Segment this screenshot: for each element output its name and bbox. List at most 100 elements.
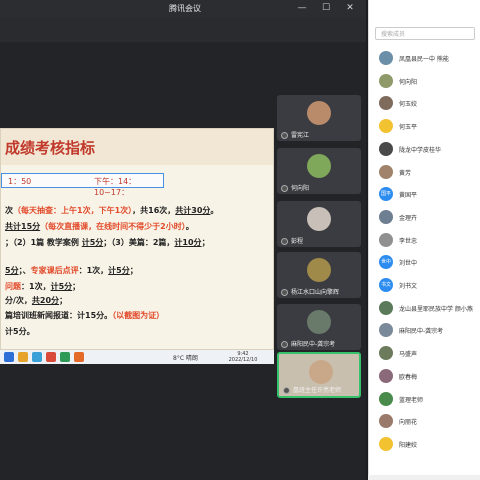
participant-video [307, 101, 331, 125]
participant-row[interactable]: 龙山县里耶民族中学 颜小燕 [369, 298, 480, 320]
avatar [379, 346, 393, 361]
participant-name: 阳建姣 [399, 441, 418, 449]
video-tile-name: 杨江水口山向擎辉 [291, 289, 340, 296]
slide-line: 共计15分（每次直播课，在线时间不得少于2小时）。 [5, 221, 194, 232]
participant-row[interactable]: 麻阳民中-龚宗考 [369, 320, 480, 342]
mic-icon [283, 387, 290, 394]
mic-icon [281, 185, 288, 192]
video-tile[interactable]: 杨江水口山向擎辉 [277, 252, 361, 298]
avatar [379, 73, 393, 88]
maximize-icon[interactable]: ☐ [318, 1, 334, 15]
slide-text-segment: （每天抽查：上午1次，下午1次） [13, 206, 133, 215]
avatar [379, 368, 393, 383]
avatar [379, 96, 393, 111]
participants-panel: 搜索成员 凤凰县民一中 熊能 何向阳何玉姣何玉平陇龙中学皮桂华黄芳 国平 黄国平金理卉… [368, 0, 480, 480]
browser-icon [32, 352, 42, 362]
participant-row[interactable]: 何玉平 [369, 116, 480, 138]
mic-icon [281, 289, 288, 296]
participant-row[interactable]: 向丽花 [369, 411, 480, 433]
participant-name: 龙山县里耶民族中学 颜小燕 [399, 305, 473, 313]
slide-line: 5分；、专家课后点评：1次，计5分； [5, 265, 138, 276]
participant-name: 李世忠 [399, 237, 418, 245]
participant-name: 欧春梅 [399, 373, 418, 381]
slide-time-left: 1：50 [8, 177, 32, 186]
participant-row[interactable]: 书文 刘书文 [369, 275, 480, 297]
weather-text: 8°C 晴朗 [173, 355, 198, 362]
video-tile-name: 何向阳 [291, 185, 310, 192]
participant-name: 何玉平 [399, 124, 418, 132]
slide-text-segment: （以截图为证） [112, 311, 165, 320]
participant-row[interactable]: 阳建姣 [369, 434, 480, 456]
avatar [379, 209, 393, 224]
participant-row[interactable]: 国平 黄国平 [369, 184, 480, 206]
avatar: 书文 [379, 278, 393, 292]
participant-row[interactable]: 蓝理老师 [369, 389, 480, 411]
video-tile[interactable]: 凰班主任许亮老师 [277, 352, 361, 398]
participant-row[interactable]: 何向阳 [369, 71, 480, 93]
participant-video [307, 154, 331, 178]
participant-row[interactable]: 欧春梅 [369, 366, 480, 388]
avatar [379, 51, 393, 65]
participant-name: 向丽花 [399, 419, 418, 427]
video-tile-name: 彭程 [291, 238, 304, 245]
participant-row[interactable]: 金理卉 [369, 207, 480, 229]
app-icon [74, 352, 84, 362]
search-placeholder: 搜索成员 [381, 31, 406, 38]
participant-video [307, 207, 331, 231]
title-bar: 腾讯会议 — ☐ ✕ [0, 0, 366, 17]
slide-text-segment: ；（3）美篇：2篇， [103, 238, 175, 247]
participant-video [307, 310, 331, 334]
slide-time-right: 下午：14：10~17： [94, 177, 137, 197]
avatar [379, 414, 393, 429]
participant-name: 刘书文 [399, 283, 418, 290]
participant-name: 何向阳 [399, 78, 418, 86]
slide-text-segment: 。 [210, 206, 219, 215]
participant-row[interactable]: 世中 刘世中 [369, 252, 480, 274]
avatar [379, 300, 393, 315]
video-tile[interactable]: 麻阳民中-龚宗考 [277, 304, 361, 350]
video-tile[interactable]: 何向阳 [277, 148, 361, 194]
participant-row[interactable]: 何玉姣 [369, 93, 480, 115]
close-icon[interactable]: ✕ [342, 1, 358, 15]
avatar [379, 391, 393, 406]
slide-text-segment: 共计30分 [175, 206, 211, 215]
slide-line: 篇培训班新闻报道：计15分。（以截图为证） [5, 310, 164, 321]
participant-row[interactable]: 李世忠 [369, 230, 480, 252]
slide-time-box: 1：50 下午：14：10~17： [1, 173, 164, 197]
slide-text-segment: 计5分。 [5, 327, 35, 336]
mic-icon [281, 238, 288, 245]
participant-row[interactable]: 凤凰县民一中 熊能 [369, 48, 480, 70]
participant-name: 马盛声 [399, 351, 418, 359]
participant-name: 凤凰县民一中 熊能 [399, 56, 449, 63]
panel-footer [368, 475, 480, 480]
participant-name: 何玉姣 [399, 101, 418, 109]
avatar [379, 436, 393, 451]
participant-name: 金理卉 [399, 214, 418, 222]
slide-line: ；（2）1篇 教学案例 计5分；（3）美篇：2篇，计10分； [5, 237, 210, 248]
slide-text-segment: 5分 [5, 266, 19, 275]
avatar [379, 323, 393, 338]
participant-name: 蓝理老师 [399, 396, 424, 404]
slide-text-segment: ，共16次， [132, 206, 176, 215]
slide-text-segment: 分/次， [5, 296, 32, 305]
minimize-icon[interactable]: — [294, 1, 310, 15]
explorer-icon [18, 352, 28, 362]
video-tile-name: 凰班主任许亮老师 [293, 387, 342, 394]
video-tile[interactable]: 雷宪江 [277, 95, 361, 141]
slide-text-segment: ：1次， [78, 266, 109, 275]
slide-text-segment: 篇培训班新闻报道：计15分。 [5, 311, 113, 320]
app-icon [60, 352, 70, 362]
clock-date: 2022/12/10 [228, 357, 258, 363]
participant-row[interactable]: 陇龙中学皮桂华 [369, 139, 480, 161]
participant-name: 陇龙中学皮桂华 [399, 146, 442, 154]
slide-text-segment: ；、 [18, 266, 31, 275]
video-tile-name: 麻阳民中-龚宗考 [291, 341, 336, 348]
slide-text-segment: ；（2）1篇 教学案例 [5, 238, 82, 247]
avatar [379, 232, 393, 247]
slide-line: 次（每天抽查：上午1次，下午1次），共16次，共计30分。 [5, 205, 218, 216]
video-tile[interactable]: 彭程 [277, 201, 361, 247]
participant-row[interactable]: 黄芳 [369, 162, 480, 184]
video-tile-name: 雷宪江 [291, 132, 310, 139]
avatar [379, 119, 393, 134]
participant-row[interactable]: 马盛声 [369, 343, 480, 365]
